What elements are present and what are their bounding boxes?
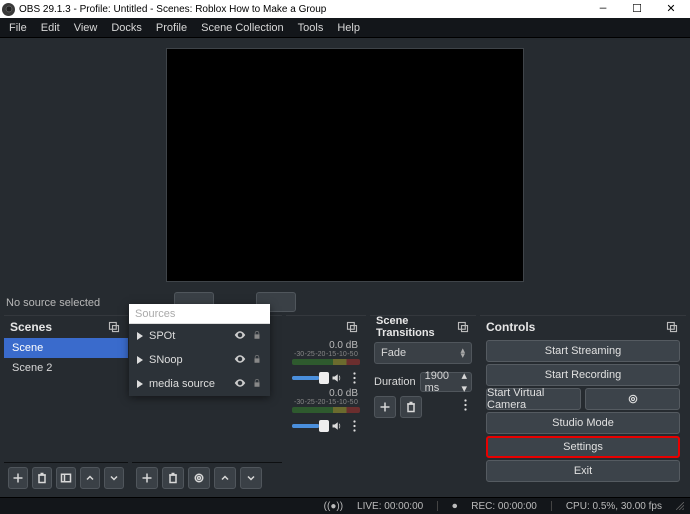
transitions-popout-icon[interactable] bbox=[456, 319, 470, 335]
source-item[interactable]: media source bbox=[129, 372, 270, 396]
chevron-updown-icon: ▴▾ bbox=[461, 369, 467, 395]
preview-area bbox=[0, 38, 690, 291]
menu-edit[interactable]: Edit bbox=[34, 22, 67, 34]
studio-mode-button[interactable]: Studio Mode bbox=[486, 412, 680, 434]
remove-scene-button[interactable] bbox=[32, 467, 52, 489]
minimize-button[interactable]: — bbox=[586, 3, 620, 15]
menu-view[interactable]: View bbox=[67, 22, 105, 34]
mixer-db-value: 0.0 dB bbox=[329, 388, 358, 399]
eye-icon[interactable] bbox=[234, 377, 246, 392]
source-down-button[interactable] bbox=[240, 467, 262, 489]
menu-tools[interactable]: Tools bbox=[291, 22, 331, 34]
remove-source-button[interactable] bbox=[162, 467, 184, 489]
play-icon bbox=[137, 380, 143, 388]
source-item[interactable]: SNoop bbox=[129, 348, 270, 372]
scenes-list: Scene Scene 2 bbox=[4, 338, 128, 462]
chevron-updown-icon: ▴▾ bbox=[460, 348, 465, 358]
audio-mixer-dock: 0.0 dB -30-25-20-15-10-50 0.0 dB -30-25-… bbox=[286, 315, 366, 493]
source-label: SNoop bbox=[149, 354, 228, 366]
lock-icon[interactable] bbox=[252, 354, 262, 367]
menu-scene-collection[interactable]: Scene Collection bbox=[194, 22, 291, 34]
status-rec: REC: 00:00:00 bbox=[471, 501, 537, 512]
play-icon bbox=[137, 356, 143, 364]
status-rec-icon: ⏺ bbox=[452, 501, 457, 512]
lock-icon[interactable] bbox=[252, 330, 262, 343]
start-virtual-camera-button[interactable]: Start Virtual Camera bbox=[486, 388, 581, 410]
add-scene-button[interactable] bbox=[8, 467, 28, 489]
app-icon bbox=[2, 3, 15, 16]
mixer-popout-icon[interactable] bbox=[344, 319, 360, 335]
maximize-button[interactable]: ☐ bbox=[620, 2, 654, 16]
menu-help[interactable]: Help bbox=[330, 22, 367, 34]
source-item[interactable]: SPOt bbox=[129, 324, 270, 348]
mixer-meter bbox=[292, 359, 360, 365]
mixer-db-value: 0.0 dB bbox=[329, 340, 358, 351]
source-label: media source bbox=[149, 378, 228, 390]
source-up-button[interactable] bbox=[214, 467, 236, 489]
status-live: LIVE: 00:00:00 bbox=[357, 501, 423, 512]
transitions-title: Scene Transitions bbox=[376, 315, 456, 339]
speaker-icon[interactable] bbox=[330, 418, 344, 434]
controls-popout-icon[interactable] bbox=[664, 319, 680, 335]
mixer-scale: -30-25-20-15-10-50 bbox=[292, 351, 360, 357]
broadcast-icon: ((●)) bbox=[324, 501, 343, 512]
mixer-more-button[interactable] bbox=[348, 369, 360, 387]
mixer-track: 0.0 dB -30-25-20-15-10-50 bbox=[286, 338, 366, 386]
mixer-scale: -30-25-20-15-10-50 bbox=[292, 399, 360, 405]
statusbar: ((●)) LIVE: 00:00:00 ⏺ REC: 00:00:00 CPU… bbox=[0, 497, 690, 514]
menubar: File Edit View Docks Profile Scene Colle… bbox=[0, 18, 690, 38]
duration-label: Duration bbox=[374, 376, 416, 388]
scene-item[interactable]: Scene bbox=[4, 338, 128, 358]
preview-canvas[interactable] bbox=[166, 48, 524, 282]
add-transition-button[interactable] bbox=[374, 396, 396, 418]
speaker-icon[interactable] bbox=[330, 370, 344, 386]
transitions-dock: Scene Transitions Fade ▴▾ Duration 1900 … bbox=[370, 315, 476, 493]
controls-dock: Controls Start Streaming Start Recording… bbox=[480, 315, 686, 493]
sources-popup: Sources SPOt SNoop media source bbox=[129, 304, 270, 396]
menu-docks[interactable]: Docks bbox=[104, 22, 149, 34]
settings-button[interactable]: Settings bbox=[486, 436, 680, 458]
sources-search-placeholder: Sources bbox=[135, 308, 175, 320]
no-source-label: No source selected bbox=[6, 297, 100, 309]
scene-up-button[interactable] bbox=[80, 467, 100, 489]
lock-icon[interactable] bbox=[252, 378, 262, 391]
menu-file[interactable]: File bbox=[2, 22, 34, 34]
source-properties-button[interactable] bbox=[188, 467, 210, 489]
no-source-bar: No source selected bbox=[0, 291, 690, 315]
mixer-volume-slider[interactable] bbox=[292, 376, 326, 380]
remove-transition-button[interactable] bbox=[400, 396, 422, 418]
scene-filter-button[interactable] bbox=[56, 467, 76, 489]
play-icon bbox=[137, 332, 143, 340]
menu-profile[interactable]: Profile bbox=[149, 22, 194, 34]
virtual-camera-settings-button[interactable] bbox=[585, 388, 680, 410]
mixer-track: 0.0 dB -30-25-20-15-10-50 bbox=[286, 386, 366, 434]
controls-title: Controls bbox=[486, 320, 535, 334]
eye-icon[interactable] bbox=[234, 329, 246, 344]
mixer-volume-slider[interactable] bbox=[292, 424, 326, 428]
scenes-title: Scenes bbox=[10, 320, 52, 334]
duration-input[interactable]: 1900 ms ▴▾ bbox=[420, 372, 472, 392]
window-title: OBS 29.1.3 - Profile: Untitled - Scenes:… bbox=[19, 4, 326, 15]
status-cpu: CPU: 0.5%, 30.00 fps bbox=[566, 501, 662, 512]
add-source-button[interactable] bbox=[136, 467, 158, 489]
close-button[interactable]: ✕ bbox=[654, 2, 688, 16]
duration-value: 1900 ms bbox=[425, 370, 462, 394]
scene-item[interactable]: Scene 2 bbox=[4, 358, 128, 378]
start-streaming-button[interactable]: Start Streaming bbox=[486, 340, 680, 362]
scenes-popout-icon[interactable] bbox=[106, 319, 122, 335]
resize-grip-icon[interactable] bbox=[676, 502, 684, 510]
sources-search-input[interactable]: Sources bbox=[129, 304, 270, 324]
scene-down-button[interactable] bbox=[104, 467, 124, 489]
transition-more-button[interactable] bbox=[458, 396, 472, 414]
window-titlebar: OBS 29.1.3 - Profile: Untitled - Scenes:… bbox=[0, 0, 690, 18]
transition-select[interactable]: Fade ▴▾ bbox=[374, 342, 472, 364]
mixer-meter bbox=[292, 407, 360, 413]
transition-selected: Fade bbox=[381, 347, 406, 359]
source-label: SPOt bbox=[149, 330, 228, 342]
scenes-dock: Scenes Scene Scene 2 bbox=[4, 315, 128, 493]
mixer-more-button[interactable] bbox=[348, 417, 360, 435]
exit-button[interactable]: Exit bbox=[486, 460, 680, 482]
eye-icon[interactable] bbox=[234, 353, 246, 368]
start-recording-button[interactable]: Start Recording bbox=[486, 364, 680, 386]
